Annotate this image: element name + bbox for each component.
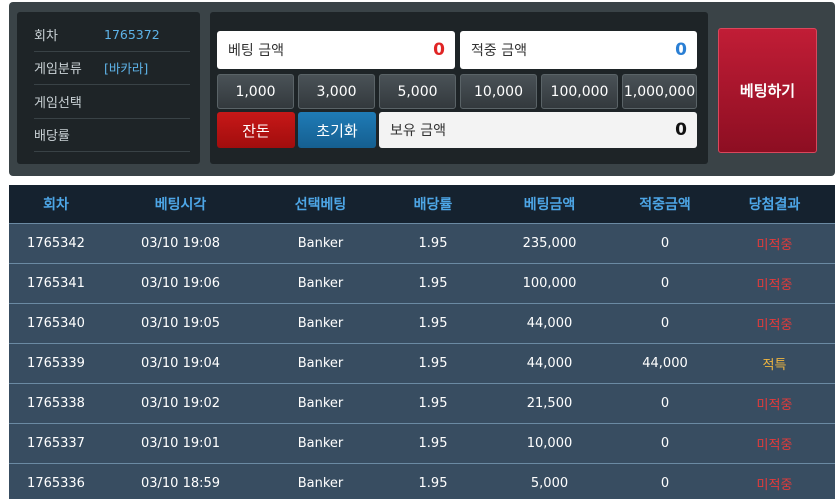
column-header-time: 베팅시각 [154,197,207,213]
table-row: 1765340 03/10 19:05 Banker 1.95 44,000 0 미적중 [9,303,835,343]
cell-win-amount: 0 [660,276,670,291]
table-body: 1765342 03/10 19:08 Banker 1.95 235,000 0 미적중 1… [9,223,835,499]
cell-time: 03/10 19:06 [140,276,221,291]
cell-win-amount: 0 [660,316,670,331]
win-amount-field: 적중 금액 0 [460,31,697,69]
cell-round: 1765336 [27,476,85,491]
info-row-round: 회차 1765372 [34,18,190,52]
round-value: 1765372 [104,26,160,42]
info-row-selection: 게임선택 [34,85,190,119]
table-header: 회차 베팅시각 선택베팅 배당률 베팅금액 적중금액 당첨결과 [9,185,835,223]
cell-result: 미적중 [756,478,793,493]
cell-bet-amount: 235,000 [522,236,577,251]
cell-odds: 1.95 [418,476,448,491]
cell-result: 미적중 [756,318,793,333]
column-header-odds: 배당률 [413,197,453,213]
balance-value: 0 [675,120,687,140]
betting-panel: 회차 1765372 게임분류 [바카라] 게임선택 배당률 베팅 금액 0 적… [9,2,835,176]
info-row-odds: 배당률 [34,119,190,152]
cell-bet-amount: 5,000 [530,476,569,491]
selection-label: 게임선택 [34,95,82,111]
info-row-category: 게임분류 [바카라] [34,52,190,85]
round-label: 회차 [34,28,58,44]
cell-win-amount: 0 [660,236,670,251]
column-header-bet: 베팅금액 [523,197,576,213]
place-bet-button[interactable]: 베팅하기 [718,28,817,153]
cell-round: 1765337 [27,436,85,451]
change-button[interactable]: 잔돈 [217,112,295,148]
cell-odds: 1.95 [418,316,448,331]
balance-field: 보유 금액 0 [379,112,697,148]
column-header-win: 적중금액 [639,197,691,213]
cell-result: 미적중 [756,438,793,453]
cell-pick: Banker [297,316,344,331]
table-row: 1765342 03/10 19:08 Banker 1.95 235,000 0 미적중 [9,223,835,263]
table-row: 1765336 03/10 18:59 Banker 1.95 5,000 0 미적중 [9,463,835,499]
column-header-pick: 선택베팅 [294,197,347,213]
bet-history-table: 회차 베팅시각 선택베팅 배당률 베팅금액 적중금액 당첨결과 1765342 0… [9,185,835,499]
category-label: 게임분류 [34,62,82,78]
cell-bet-amount: 21,500 [526,396,573,411]
category-value: [바카라] [104,61,149,77]
cell-pick: Banker [297,436,344,451]
cell-pick: Banker [297,356,344,371]
cell-odds: 1.95 [418,276,448,291]
column-header-result: 당첨결과 [748,197,801,213]
bet-amount-field[interactable]: 베팅 금액 0 [217,31,455,69]
cell-pick: Banker [297,276,344,291]
cell-odds: 1.95 [418,356,448,371]
cell-result: 미적중 [756,398,793,413]
bet-amount-value: 0 [433,40,445,60]
chip-button-3000[interactable]: 3,000 [298,74,375,109]
game-info-box: 회차 1765372 게임분류 [바카라] 게임선택 배당률 [17,12,200,164]
table-row: 1765337 03/10 19:01 Banker 1.95 10,000 0 미적중 [9,423,835,463]
cell-win-amount: 0 [660,476,670,491]
odds-label: 배당률 [34,129,70,145]
cell-win-amount: 0 [660,396,670,411]
win-amount-label: 적중 금액 [471,43,527,59]
bet-input-box: 베팅 금액 0 적중 금액 0 1,000 3,000 5,000 10,000… [210,12,708,164]
cell-time: 03/10 18:59 [140,476,221,491]
cell-bet-amount: 100,000 [522,276,577,291]
column-header-round: 회차 [43,197,69,213]
chip-button-1000000[interactable]: 1,000,000 [622,74,697,109]
cell-time: 03/10 19:04 [140,356,221,371]
balance-label: 보유 금액 [390,123,446,139]
cell-round: 1765339 [27,356,85,371]
cell-time: 03/10 19:01 [140,436,221,451]
cell-win-amount: 44,000 [642,356,688,371]
cell-win-amount: 0 [660,436,670,451]
table-row: 1765338 03/10 19:02 Banker 1.95 21,500 0 미적중 [9,383,835,423]
bet-amount-label: 베팅 금액 [228,43,284,59]
cell-time: 03/10 19:08 [140,236,221,251]
cell-bet-amount: 44,000 [526,356,573,371]
reset-button[interactable]: 초기화 [298,112,376,148]
cell-pick: Banker [297,476,344,491]
cell-odds: 1.95 [418,436,448,451]
cell-round: 1765342 [27,236,85,251]
chip-button-5000[interactable]: 5,000 [379,74,456,109]
chip-button-10000[interactable]: 10,000 [460,74,537,109]
chip-button-100000[interactable]: 100,000 [541,74,618,109]
cell-round: 1765340 [27,316,85,331]
cell-odds: 1.95 [418,396,448,411]
table-row: 1765341 03/10 19:06 Banker 1.95 100,000 0 미적중 [9,263,835,303]
cell-odds: 1.95 [418,236,448,251]
cell-bet-amount: 10,000 [526,436,573,451]
cell-time: 03/10 19:05 [140,316,221,331]
cell-result: 미적중 [756,238,793,253]
cell-pick: Banker [297,396,344,411]
win-amount-value: 0 [675,40,687,60]
cell-round: 1765341 [27,276,85,291]
chip-button-1000[interactable]: 1,000 [217,74,294,109]
cell-result: 미적중 [756,278,793,293]
table-row: 1765339 03/10 19:04 Banker 1.95 44,000 44,000… [9,343,835,383]
cell-pick: Banker [297,236,344,251]
cell-result: 적특 [762,358,787,373]
cell-time: 03/10 19:02 [140,396,221,411]
cell-round: 1765338 [27,396,85,411]
cell-bet-amount: 44,000 [526,316,573,331]
